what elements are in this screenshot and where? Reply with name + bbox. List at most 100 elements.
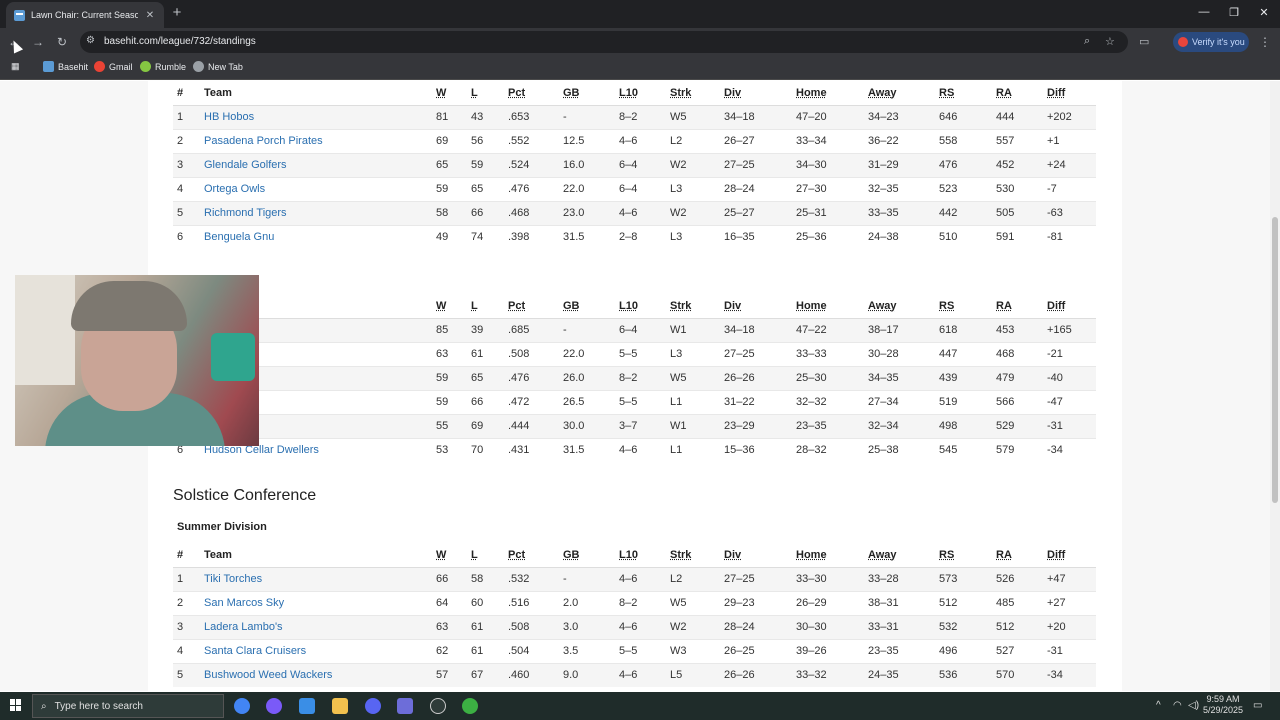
column-header-team: Team [204,543,436,568]
table-row: 2 Pasadena Porch Pirates 69 56.552 12.5 4–6 L2… [173,128,1096,153]
cell-home: 23–35 [796,413,868,438]
calculator-icon[interactable] [397,698,413,714]
column-header-label: RS [939,299,955,312]
team-link[interactable]: San Marcos Sky [204,590,436,615]
cell-runs-scored: 545 [939,437,996,462]
team-link[interactable]: HB Hobos [204,104,436,129]
cell-runs-scored: 510 [939,224,996,249]
column-header-last10: L10 [619,294,670,319]
bookmark-star-icon[interactable]: ☆ [1105,35,1115,48]
tab-close-icon[interactable]: ✕ [144,10,156,21]
cell-losses: 60 [471,590,508,615]
cell-away: 36–22 [868,128,939,153]
taskbar-clock[interactable]: 9:59 AM 5/29/2025 [1196,694,1250,716]
zoom-icon[interactable]: ⌕ [1084,35,1090,48]
cell-runs-allowed: 505 [996,200,1047,225]
team-link[interactable]: Ortega Owls [204,176,436,201]
file-explorer-icon[interactable] [332,698,348,714]
column-header-label: Away [868,299,897,312]
restore-icon[interactable]: ❐ [1226,6,1242,19]
scrollbar-thumb[interactable] [1272,217,1278,503]
bookmark-basehit[interactable]: Basehit [43,61,88,72]
cast-icon[interactable]: ▭ [1139,35,1149,48]
cell-division: 26–26 [724,365,796,390]
cell-away: 38–17 [868,317,939,342]
team-link[interactable]: Benguela Gnu [204,224,436,249]
column-header-label: Pct [508,299,526,312]
team-link[interactable]: Bushwood Weed Wackers [204,662,436,687]
apps-grid-icon[interactable]: ▦ [11,61,20,72]
bookmark-gmail[interactable]: Gmail [94,61,133,72]
cell-runs-allowed: 444 [996,104,1047,129]
table-row: oolers6361.50822.05–5L327–2533–3330–2844… [173,341,1096,366]
clock-time: 9:59 AM [1206,694,1240,704]
bookmark-rumble[interactable]: Rumble [140,61,186,72]
reload-icon[interactable]: ↻ [54,34,70,50]
tray-chevron-icon[interactable]: ^ [1156,700,1161,711]
cell-run-diff: -81 [1047,224,1096,249]
webcam-overlay [15,275,259,446]
windows-start-icon[interactable] [10,699,22,711]
cell-streak: L3 [670,176,724,201]
column-header-gb: GB [563,294,619,319]
cell-pct: .460 [508,662,563,687]
obs-icon[interactable] [430,698,446,714]
cell-runs-allowed: 557 [996,128,1047,153]
cell-last10: 5–5 [619,341,670,366]
browser-menu-icon[interactable]: ⋮ [1259,35,1271,49]
close-window-icon[interactable]: ✕ [1256,6,1272,19]
bookmark-label: New Tab [208,61,243,72]
copilot-icon[interactable] [266,698,282,714]
cell-runs-scored: 447 [939,341,996,366]
team-link[interactable]: Glendale Golfers [204,152,436,177]
cell-rank: 5 [173,662,204,687]
table-header-row: #TeamWLPctGBL10StrkDivHomeAwayRSRADiff [173,294,1096,319]
cell-run-diff: -31 [1047,413,1096,438]
page-scrollbar[interactable] [1270,81,1280,691]
team-link[interactable]: Ladera Lambo's [204,614,436,639]
table-row: oop Sitters5569.44430.03–7W123–2923–3532… [173,413,1096,438]
network-icon[interactable]: ◠ [1173,700,1182,711]
cell-runs-allowed: 591 [996,224,1047,249]
chrome-icon[interactable] [234,698,250,714]
column-header-label: L [471,548,478,561]
new-tab-plus-icon[interactable]: + [170,5,184,21]
verify-profile-button[interactable]: Verify it's you [1173,32,1249,52]
team-link[interactable]: Pasadena Porch Pirates [204,128,436,153]
cell-division: 26–26 [724,662,796,687]
cell-runs-scored: 476 [939,152,996,177]
cell-rank: 4 [173,638,204,663]
browser-tab[interactable]: Lawn Chair: Current Season Sta ✕ [6,2,164,28]
column-header-label: L [471,299,478,312]
team-link[interactable]: Richmond Tigers [204,200,436,225]
cell-rank: 1 [173,566,204,591]
cell-gb: 30.0 [563,413,619,438]
taskbar-search-input[interactable]: ⌕ Type here to search [32,694,224,718]
column-header-label: L [471,86,478,99]
minimize-icon[interactable]: — [1196,6,1212,18]
cell-runs-scored: 618 [939,317,996,342]
column-header-streak: Strk [670,81,724,106]
bookmark-new-tab[interactable]: New Tab [193,61,243,72]
verify-label: Verify it's you [1192,37,1245,47]
team-link[interactable]: Tiki Torches [204,566,436,591]
bookmark-label: Gmail [109,61,133,72]
column-header-label: Team [204,548,232,561]
webcam-window-light [15,275,75,385]
cell-home: 28–32 [796,437,868,462]
cell-away: 25–38 [868,437,939,462]
cell-away: 31–29 [868,152,939,177]
forward-arrow-icon[interactable]: → [30,34,46,50]
team-link[interactable]: Santa Clara Cruisers [204,638,436,663]
cell-streak: L2 [670,128,724,153]
column-header-label: Home [796,299,827,312]
url-text[interactable]: basehit.com/league/732/standings [104,36,256,47]
column-header-home: Home [796,543,868,568]
store-icon[interactable] [299,698,315,714]
site-info-icon[interactable]: ⚙ [86,35,95,46]
app-2-icon[interactable] [462,698,478,714]
column-header-away: Away [868,81,939,106]
discord-icon[interactable] [365,698,381,714]
notifications-icon[interactable]: ▭ [1253,700,1262,711]
column-header-runs-allowed: RA [996,294,1047,319]
